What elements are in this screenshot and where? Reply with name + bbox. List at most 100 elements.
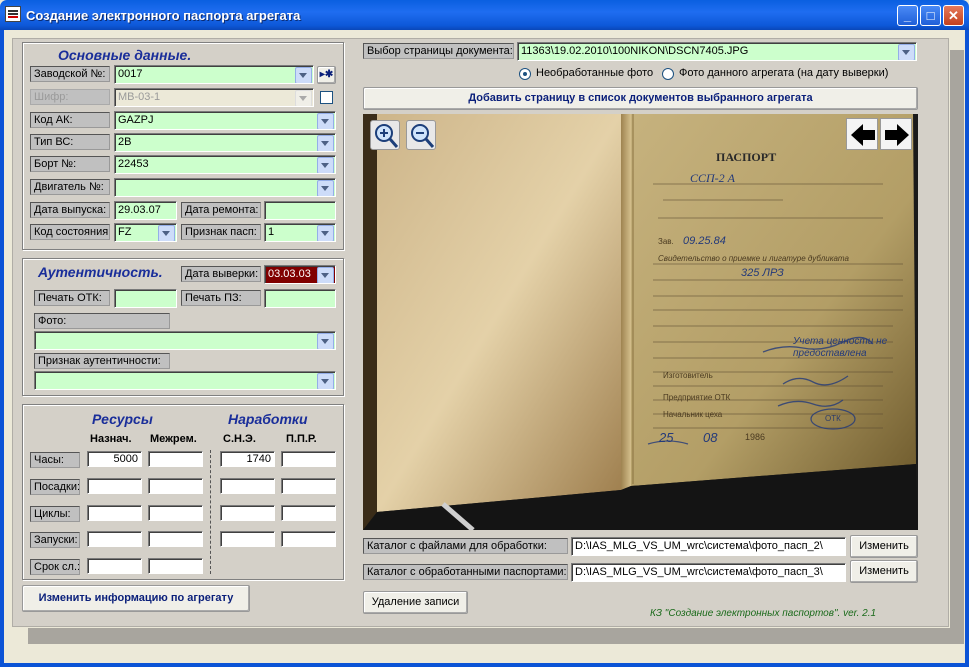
cycles-ppr[interactable] (281, 505, 336, 521)
hours-sne[interactable]: 1740 (220, 451, 275, 467)
chevron-down-icon[interactable] (317, 180, 334, 196)
radio-unit-label: Фото данного агрегата (на дату выверки) (679, 67, 889, 79)
board-combo[interactable]: 22453 (114, 155, 336, 174)
chevron-down-icon[interactable] (317, 157, 334, 173)
starts-label: Запуски: (30, 532, 80, 548)
cycles-assigned[interactable] (87, 505, 142, 521)
serial-value: 0017 (118, 68, 143, 80)
chevron-down-icon[interactable] (317, 113, 334, 129)
cycles-interrepair[interactable] (148, 505, 203, 521)
minimize-button[interactable]: _ (897, 5, 918, 26)
footer-version: КЗ "Создание электронных паспортов". ver… (650, 608, 877, 619)
chevron-down-icon[interactable] (158, 225, 175, 241)
doc-line5: Начальник цеха (663, 410, 723, 419)
aircraft-type-combo[interactable]: 2B (114, 133, 336, 152)
pz-stamp-label: Печать ПЗ: (181, 290, 261, 306)
hours-interrepair[interactable] (148, 451, 203, 467)
new-record-button[interactable]: ▸✱ (317, 66, 336, 84)
chevron-down-icon[interactable] (317, 135, 334, 151)
landings-label: Посадки: (30, 479, 80, 495)
state-code-combo[interactable]: FZ (114, 223, 177, 242)
chevron-down-icon[interactable] (317, 373, 334, 389)
service-life-assigned[interactable] (87, 558, 142, 574)
serial-label: Заводской №: (30, 66, 110, 82)
change-processed-catalog-button[interactable]: Изменить (850, 560, 918, 583)
chevron-down-icon[interactable] (317, 267, 334, 283)
doc-number: 09.25.84 (683, 235, 726, 247)
state-code-label: Код состояния: (30, 224, 110, 240)
starts-sne[interactable] (220, 531, 275, 547)
work-title: Наработки (228, 411, 308, 427)
landings-interrepair[interactable] (148, 478, 203, 494)
ak-code-combo[interactable]: GAZPJ (114, 111, 336, 130)
engine-label: Двигатель №: (30, 179, 110, 195)
col-interrepair: Межрем. (150, 433, 197, 445)
auth-sign-combo[interactable] (34, 371, 336, 390)
next-page-icon[interactable] (880, 118, 912, 150)
window-title: Создание электронного паспорта агрегата (26, 8, 301, 23)
chevron-down-icon[interactable] (317, 225, 334, 241)
service-life-label: Срок сл.: (30, 559, 80, 575)
landings-sne[interactable] (220, 478, 275, 494)
cycles-sne[interactable] (220, 505, 275, 521)
landings-assigned[interactable] (87, 478, 142, 494)
board-value: 22453 (118, 158, 149, 170)
service-life-interrepair[interactable] (148, 558, 203, 574)
repair-date-label: Дата ремонта: (181, 202, 261, 218)
starts-ppr[interactable] (281, 531, 336, 547)
page-select-combo[interactable]: 11363\19.02.2010\100NIKON\DSCN7405.JPG (517, 42, 917, 61)
processed-catalog-field[interactable]: D:\IAS_MLG_VS_UM_wrc\система\фото_пасп_3… (571, 563, 846, 582)
starts-assigned[interactable] (87, 531, 142, 547)
chevron-down-icon (295, 90, 312, 106)
doc-otk: ОТК (825, 414, 841, 423)
cipher-checkbox[interactable] (320, 91, 333, 104)
ak-code-label: Код АК: (30, 112, 110, 128)
chevron-down-icon[interactable] (295, 67, 312, 83)
chevron-down-icon[interactable] (317, 333, 334, 349)
hours-label: Часы: (30, 452, 80, 468)
radio-unit-photos[interactable] (662, 68, 674, 80)
engine-combo[interactable] (114, 178, 336, 197)
add-page-button[interactable]: Добавить страницу в список документов вы… (363, 87, 918, 110)
chevron-down-icon[interactable] (898, 44, 915, 60)
document-photo[interactable]: ПАСПОРТ ССП-2 А Зав. 09.25.84 Свидетельс… (363, 114, 918, 530)
zoom-out-icon[interactable] (406, 120, 436, 150)
starts-interrepair[interactable] (148, 531, 203, 547)
basic-data-title: Основные данные. (58, 47, 192, 63)
maximize-button[interactable]: □ (920, 5, 941, 26)
hours-assigned[interactable]: 5000 (87, 451, 142, 467)
passport-sign-combo[interactable]: 1 (264, 223, 336, 242)
doc-line3: Изготовитель (663, 371, 713, 380)
pz-stamp-field[interactable] (264, 289, 336, 308)
extract-date-combo[interactable]: 03.03.03 (264, 265, 336, 284)
photo-combo[interactable] (34, 331, 336, 350)
raw-catalog-field[interactable]: D:\IAS_MLG_VS_UM_wrc\система\фото_пасп_2… (571, 537, 846, 556)
close-button[interactable]: ✕ (943, 5, 964, 26)
cipher-value: МВ-03-1 (118, 91, 161, 103)
cycles-label: Циклы: (30, 506, 80, 522)
repair-date-field[interactable] (264, 201, 336, 220)
doc-number-label: Зав. (658, 237, 674, 246)
change-raw-catalog-button[interactable]: Изменить (850, 535, 918, 558)
change-unit-info-button[interactable]: Изменить информацию по агрегату (22, 585, 250, 612)
serial-combo[interactable]: 0017 (114, 65, 314, 84)
radio-raw-label: Необработанные фото (536, 67, 654, 79)
doc-model: ССП-2 А (690, 171, 735, 185)
auth-sign-label: Признак аутентичности: (34, 353, 170, 369)
page-select-label: Выбор страницы документа: (363, 43, 514, 59)
raw-catalog-label: Каталог с файлами для обработки: (363, 538, 568, 554)
otk-stamp-field[interactable] (114, 289, 177, 308)
landings-ppr[interactable] (281, 478, 336, 494)
zoom-in-icon[interactable] (370, 120, 400, 150)
ak-code-value: GAZPJ (118, 114, 154, 126)
doc-heading: ПАСПОРТ (716, 150, 777, 164)
shadow-right (950, 50, 964, 644)
resources-title: Ресурсы (92, 411, 153, 427)
hours-ppr[interactable] (281, 451, 336, 467)
col-ppr: П.П.Р. (286, 433, 317, 445)
prev-page-icon[interactable] (846, 118, 878, 150)
release-date-field[interactable]: 29.03.07 (114, 201, 177, 220)
otk-stamp-label: Печать ОТК: (34, 290, 110, 306)
delete-record-button[interactable]: Удаление записи (363, 591, 468, 614)
radio-raw-photos[interactable] (519, 68, 531, 80)
